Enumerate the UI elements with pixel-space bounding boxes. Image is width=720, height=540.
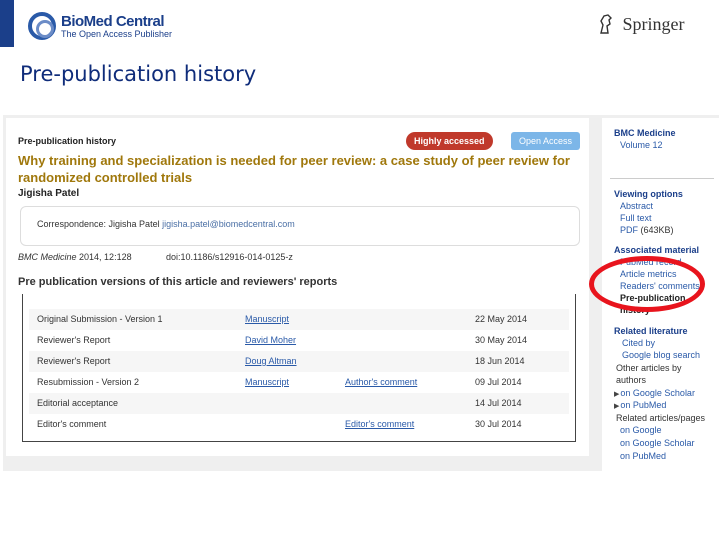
history-date: 09 Jul 2014 bbox=[475, 377, 522, 387]
biomed-central-logo-icon bbox=[28, 12, 56, 40]
correspondence-label: Correspondence: Jigisha Patel bbox=[37, 219, 163, 229]
sidebar-item-pdf-line: PDF (643KB) bbox=[620, 225, 674, 235]
expand-arrow-icon[interactable]: ▶ bbox=[614, 391, 619, 398]
citation-journal: BMC Medicine bbox=[18, 252, 77, 262]
sidebar-other-articles-label-cont: authors bbox=[616, 375, 647, 385]
article-main-panel: Pre-publication history Highly accessed … bbox=[6, 118, 589, 456]
sidebar-heading-related-literature: Related literature bbox=[614, 326, 688, 336]
citation: BMC Medicine 2014, 12:128 bbox=[18, 252, 132, 262]
versions-heading: Pre publication versions of this article… bbox=[18, 276, 338, 288]
sidebar-item-full-text[interactable]: Full text bbox=[620, 213, 652, 223]
history-stage: Editor's comment bbox=[37, 419, 107, 429]
doi: doi:10.1186/s12916-014-0125-z bbox=[166, 252, 293, 262]
correspondence-line: Correspondence: Jigisha Patel jigisha.pa… bbox=[37, 219, 295, 229]
citation-volume: 2014, 12:128 bbox=[76, 252, 132, 262]
slide-title: Pre-publication history bbox=[20, 62, 257, 86]
history-stage: Reviewer's Report bbox=[37, 335, 111, 345]
biomed-central-logo-name: BioMed Central bbox=[61, 13, 165, 30]
history-stage: Editorial acceptance bbox=[37, 398, 119, 408]
author-name[interactable]: Jigisha Patel bbox=[18, 188, 79, 199]
history-date: 30 May 2014 bbox=[475, 335, 528, 345]
sidebar-journal[interactable]: BMC Medicine bbox=[614, 128, 676, 138]
history-date: 30 Jul 2014 bbox=[475, 419, 522, 429]
highlight-circle bbox=[589, 256, 705, 312]
springer-horse-icon bbox=[600, 14, 612, 34]
history-extra-link[interactable]: Author's comment bbox=[345, 377, 417, 387]
sidebar-item-google-blog-search[interactable]: Google blog search bbox=[622, 350, 700, 360]
sidebar-item-google-scholar[interactable]: on Google Scholar bbox=[620, 388, 695, 398]
expand-arrow-icon[interactable]: ▶ bbox=[614, 403, 619, 410]
history-stage: Original Submission - Version 1 bbox=[37, 314, 163, 324]
correspondence-box: Correspondence: Jigisha Patel jigisha.pa… bbox=[20, 206, 580, 246]
header-accent-bar bbox=[0, 0, 14, 47]
sidebar-volume[interactable]: Volume 12 bbox=[620, 140, 663, 150]
history-document-link[interactable]: Manuscript bbox=[245, 377, 289, 387]
biomed-central-logo-tagline: The Open Access Publisher bbox=[61, 29, 173, 39]
sidebar-item-google-scholar-line: ▶on Google Scholar bbox=[614, 388, 695, 398]
table-row: Editor's comment Editor's comment 30 Jul… bbox=[29, 414, 569, 435]
open-access-badge: Open Access bbox=[511, 132, 581, 150]
springer-logo-text: Springer bbox=[622, 13, 685, 34]
article-title: Why training and specialization is neede… bbox=[18, 153, 570, 185]
table-row: Reviewer's Report Doug Altman 18 Jun 201… bbox=[29, 351, 569, 372]
table-row: Reviewer's Report David Moher 30 May 201… bbox=[29, 330, 569, 351]
correspondence-email-link[interactable]: jigisha.patel@biomedcentral.com bbox=[162, 219, 295, 229]
table-row: Original Submission - Version 1 Manuscri… bbox=[29, 309, 569, 330]
sidebar-item-pubmed-line: ▶on PubMed bbox=[614, 400, 666, 410]
sidebar-item-pdf[interactable]: PDF bbox=[620, 225, 638, 235]
sidebar-other-articles-label: Other articles by bbox=[616, 363, 682, 373]
sidebar-pdf-size: (643KB) bbox=[640, 225, 674, 235]
sidebar-heading-viewing-options: Viewing options bbox=[614, 189, 683, 199]
sidebar-divider bbox=[610, 178, 714, 179]
table-row: Resubmission - Version 2 Manuscript Auth… bbox=[29, 372, 569, 393]
sidebar-item-on-google[interactable]: on Google bbox=[620, 425, 662, 435]
sidebar-item-cited-by[interactable]: Cited by bbox=[622, 338, 655, 348]
history-extra-link[interactable]: Editor's comment bbox=[345, 419, 414, 429]
table-row: Editorial acceptance 14 Jul 2014 bbox=[29, 393, 569, 414]
history-stage: Resubmission - Version 2 bbox=[37, 377, 140, 387]
sidebar-heading-associated-material: Associated material bbox=[614, 245, 700, 255]
section-heading: Pre-publication history bbox=[18, 136, 117, 146]
history-stage: Reviewer's Report bbox=[37, 356, 111, 366]
history-date: 14 Jul 2014 bbox=[475, 398, 522, 408]
history-document-link[interactable]: Doug Altman bbox=[245, 356, 297, 366]
history-table: Original Submission - Version 1 Manuscri… bbox=[22, 294, 576, 442]
sidebar-item-on-google-scholar[interactable]: on Google Scholar bbox=[620, 438, 695, 448]
biomed-central-logo: BioMed Central The Open Access Publisher bbox=[28, 8, 178, 44]
sidebar-related-pages-label: Related articles/pages bbox=[616, 413, 706, 423]
history-date: 18 Jun 2014 bbox=[475, 356, 525, 366]
history-document-link[interactable]: Manuscript bbox=[245, 314, 289, 324]
history-date: 22 May 2014 bbox=[475, 314, 528, 324]
sidebar-item-abstract[interactable]: Abstract bbox=[620, 201, 653, 211]
highly-accessed-badge: Highly accessed bbox=[406, 132, 493, 150]
sidebar-item-pubmed[interactable]: on PubMed bbox=[620, 400, 666, 410]
springer-logo: Springer bbox=[598, 13, 684, 39]
history-document-link[interactable]: David Moher bbox=[245, 335, 296, 345]
sidebar-item-on-pubmed[interactable]: on PubMed bbox=[620, 451, 666, 461]
